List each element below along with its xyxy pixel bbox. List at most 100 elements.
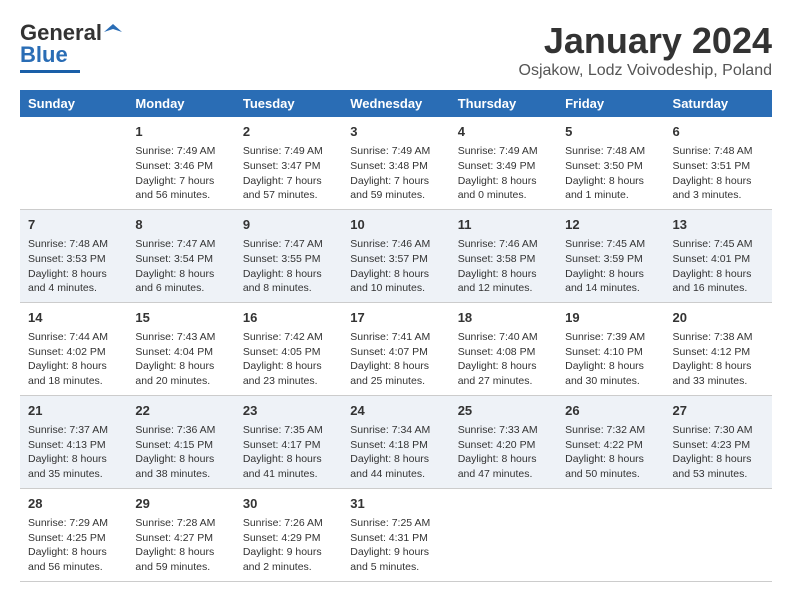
day-info: Sunrise: 7:41 AM Sunset: 4:07 PM Dayligh… <box>350 330 441 389</box>
day-info: Sunrise: 7:26 AM Sunset: 4:29 PM Dayligh… <box>243 516 334 575</box>
calendar-cell: 31 Sunrise: 7:25 AM Sunset: 4:31 PM Dayli… <box>342 488 449 581</box>
calendar-cell: 29 Sunrise: 7:28 AM Sunset: 4:27 PM Dayli… <box>127 488 234 581</box>
day-info: Sunrise: 7:33 AM Sunset: 4:20 PM Dayligh… <box>458 423 549 482</box>
day-number: 17 <box>350 309 441 327</box>
day-info: Sunrise: 7:44 AM Sunset: 4:02 PM Dayligh… <box>28 330 119 389</box>
day-number: 20 <box>673 309 764 327</box>
col-monday: Monday <box>127 90 234 117</box>
day-info: Sunrise: 7:47 AM Sunset: 3:54 PM Dayligh… <box>135 237 226 296</box>
day-number: 19 <box>565 309 656 327</box>
day-number: 1 <box>135 123 226 141</box>
calendar-cell: 18Sunrise: 7:40 AM Sunset: 4:08 PM Dayli… <box>450 302 557 395</box>
day-number: 27 <box>673 402 764 420</box>
day-info: Sunrise: 7:38 AM Sunset: 4:12 PM Dayligh… <box>673 330 764 389</box>
day-info: Sunrise: 7:48 AM Sunset: 3:53 PM Dayligh… <box>28 237 119 296</box>
calendar-cell: 8 Sunrise: 7:47 AM Sunset: 3:54 PM Daylig… <box>127 209 234 302</box>
day-number: 29 <box>135 495 226 513</box>
day-info: Sunrise: 7:49 AM Sunset: 3:47 PM Dayligh… <box>243 144 334 203</box>
calendar-cell: 30 Sunrise: 7:26 AM Sunset: 4:29 PM Dayli… <box>235 488 342 581</box>
day-number: 18 <box>458 309 549 327</box>
logo-divider <box>20 70 80 73</box>
calendar-subtitle: Osjakow, Lodz Voivodeship, Poland <box>519 62 773 80</box>
calendar-cell: 5 Sunrise: 7:48 AM Sunset: 3:50 PM Daylig… <box>557 117 664 209</box>
day-info: Sunrise: 7:46 AM Sunset: 3:58 PM Dayligh… <box>458 237 549 296</box>
calendar-table: Sunday Monday Tuesday Wednesday Thursday… <box>20 90 772 582</box>
calendar-header-row: Sunday Monday Tuesday Wednesday Thursday… <box>20 90 772 117</box>
day-info: Sunrise: 7:49 AM Sunset: 3:49 PM Dayligh… <box>458 144 549 203</box>
calendar-cell <box>557 488 664 581</box>
calendar-cell: 10Sunrise: 7:46 AM Sunset: 3:57 PM Dayli… <box>342 209 449 302</box>
day-info: Sunrise: 7:30 AM Sunset: 4:23 PM Dayligh… <box>673 423 764 482</box>
day-info: Sunrise: 7:29 AM Sunset: 4:25 PM Dayligh… <box>28 516 119 575</box>
day-info: Sunrise: 7:36 AM Sunset: 4:15 PM Dayligh… <box>135 423 226 482</box>
day-number: 30 <box>243 495 334 513</box>
calendar-week-row: 21 Sunrise: 7:37 AM Sunset: 4:13 PM Dayli… <box>20 395 772 488</box>
page-header: General Blue January 2024 Osjakow, Lodz … <box>20 20 772 80</box>
calendar-cell: 19 Sunrise: 7:39 AM Sunset: 4:10 PM Dayli… <box>557 302 664 395</box>
calendar-week-row: 28 Sunrise: 7:29 AM Sunset: 4:25 PM Dayli… <box>20 488 772 581</box>
calendar-cell: 16 Sunrise: 7:42 AM Sunset: 4:05 PM Dayli… <box>235 302 342 395</box>
day-info: Sunrise: 7:45 AM Sunset: 4:01 PM Dayligh… <box>673 237 764 296</box>
calendar-cell: 22 Sunrise: 7:36 AM Sunset: 4:15 PM Dayli… <box>127 395 234 488</box>
calendar-cell: 23Sunrise: 7:35 AM Sunset: 4:17 PM Dayli… <box>235 395 342 488</box>
calendar-cell: 24 Sunrise: 7:34 AM Sunset: 4:18 PM Dayli… <box>342 395 449 488</box>
day-info: Sunrise: 7:35 AM Sunset: 4:17 PM Dayligh… <box>243 423 334 482</box>
day-info: Sunrise: 7:34 AM Sunset: 4:18 PM Dayligh… <box>350 423 441 482</box>
day-info: Sunrise: 7:25 AM Sunset: 4:31 PM Dayligh… <box>350 516 441 575</box>
day-number: 8 <box>135 216 226 234</box>
day-number: 16 <box>243 309 334 327</box>
day-number: 4 <box>458 123 549 141</box>
day-number: 31 <box>350 495 441 513</box>
col-saturday: Saturday <box>665 90 772 117</box>
calendar-cell: 2Sunrise: 7:49 AM Sunset: 3:47 PM Daylig… <box>235 117 342 209</box>
calendar-week-row: 14 Sunrise: 7:44 AM Sunset: 4:02 PM Dayli… <box>20 302 772 395</box>
calendar-week-row: 7Sunrise: 7:48 AM Sunset: 3:53 PM Daylig… <box>20 209 772 302</box>
calendar-cell: 14 Sunrise: 7:44 AM Sunset: 4:02 PM Dayli… <box>20 302 127 395</box>
logo-blue: Blue <box>20 42 68 68</box>
day-info: Sunrise: 7:28 AM Sunset: 4:27 PM Dayligh… <box>135 516 226 575</box>
day-number: 11 <box>458 216 549 234</box>
calendar-cell: 20 Sunrise: 7:38 AM Sunset: 4:12 PM Dayli… <box>665 302 772 395</box>
calendar-week-row: 1 Sunrise: 7:49 AM Sunset: 3:46 PM Daylig… <box>20 117 772 209</box>
day-number: 22 <box>135 402 226 420</box>
calendar-cell: 13Sunrise: 7:45 AM Sunset: 4:01 PM Dayli… <box>665 209 772 302</box>
day-number: 28 <box>28 495 119 513</box>
calendar-cell: 26 Sunrise: 7:32 AM Sunset: 4:22 PM Dayli… <box>557 395 664 488</box>
day-info: Sunrise: 7:42 AM Sunset: 4:05 PM Dayligh… <box>243 330 334 389</box>
calendar-cell: 4 Sunrise: 7:49 AM Sunset: 3:49 PM Daylig… <box>450 117 557 209</box>
day-info: Sunrise: 7:43 AM Sunset: 4:04 PM Dayligh… <box>135 330 226 389</box>
day-info: Sunrise: 7:32 AM Sunset: 4:22 PM Dayligh… <box>565 423 656 482</box>
calendar-cell <box>665 488 772 581</box>
calendar-cell: 27 Sunrise: 7:30 AM Sunset: 4:23 PM Dayli… <box>665 395 772 488</box>
logo-bird-icon <box>104 22 122 40</box>
title-section: January 2024 Osjakow, Lodz Voivodeship, … <box>519 20 773 80</box>
calendar-cell: 7Sunrise: 7:48 AM Sunset: 3:53 PM Daylig… <box>20 209 127 302</box>
day-number: 21 <box>28 402 119 420</box>
day-number: 10 <box>350 216 441 234</box>
day-number: 24 <box>350 402 441 420</box>
day-number: 15 <box>135 309 226 327</box>
day-number: 9 <box>243 216 334 234</box>
day-number: 3 <box>350 123 441 141</box>
day-info: Sunrise: 7:37 AM Sunset: 4:13 PM Dayligh… <box>28 423 119 482</box>
day-info: Sunrise: 7:47 AM Sunset: 3:55 PM Dayligh… <box>243 237 334 296</box>
day-number: 25 <box>458 402 549 420</box>
calendar-cell <box>20 117 127 209</box>
calendar-title: January 2024 <box>519 20 773 62</box>
calendar-cell: 15 Sunrise: 7:43 AM Sunset: 4:04 PM Dayli… <box>127 302 234 395</box>
col-tuesday: Tuesday <box>235 90 342 117</box>
day-number: 6 <box>673 123 764 141</box>
day-number: 26 <box>565 402 656 420</box>
day-info: Sunrise: 7:48 AM Sunset: 3:50 PM Dayligh… <box>565 144 656 203</box>
calendar-cell: 6Sunrise: 7:48 AM Sunset: 3:51 PM Daylig… <box>665 117 772 209</box>
calendar-cell: 25 Sunrise: 7:33 AM Sunset: 4:20 PM Dayli… <box>450 395 557 488</box>
day-info: Sunrise: 7:39 AM Sunset: 4:10 PM Dayligh… <box>565 330 656 389</box>
day-number: 14 <box>28 309 119 327</box>
day-info: Sunrise: 7:49 AM Sunset: 3:46 PM Dayligh… <box>135 144 226 203</box>
col-wednesday: Wednesday <box>342 90 449 117</box>
calendar-cell: 17 Sunrise: 7:41 AM Sunset: 4:07 PM Dayli… <box>342 302 449 395</box>
col-thursday: Thursday <box>450 90 557 117</box>
day-number: 5 <box>565 123 656 141</box>
calendar-cell: 1 Sunrise: 7:49 AM Sunset: 3:46 PM Daylig… <box>127 117 234 209</box>
calendar-cell: 11 Sunrise: 7:46 AM Sunset: 3:58 PM Dayli… <box>450 209 557 302</box>
